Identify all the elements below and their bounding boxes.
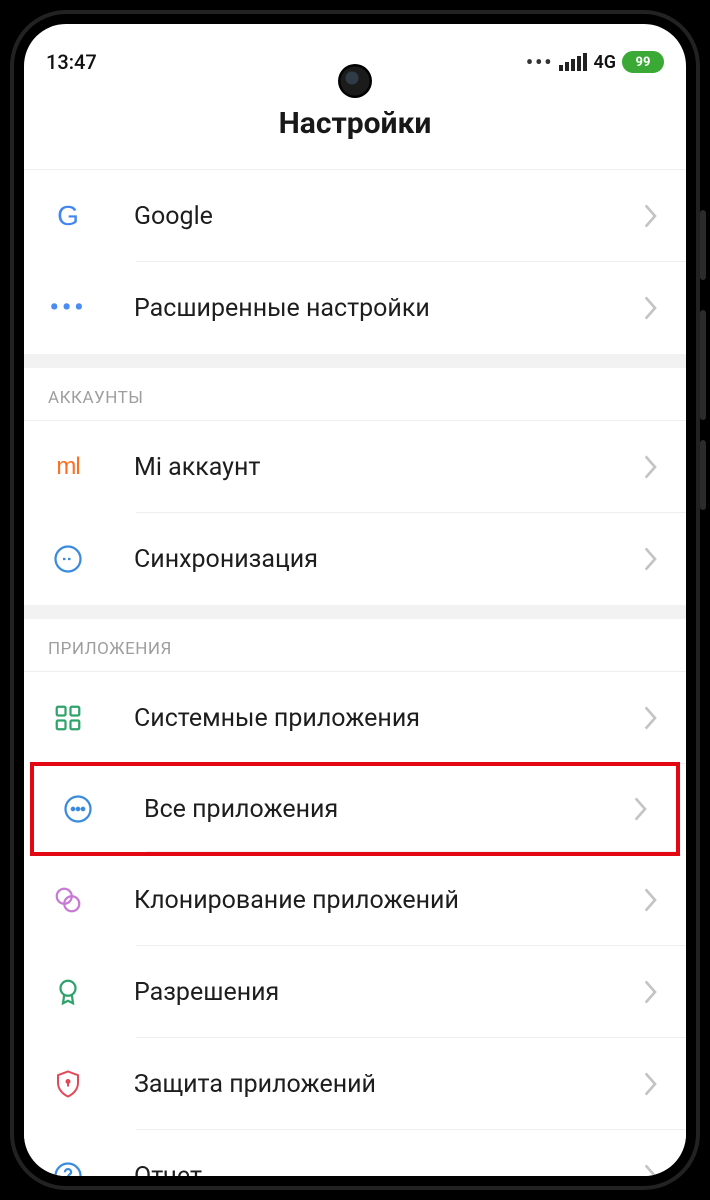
chevron-right-icon bbox=[636, 888, 666, 912]
row-mi-account[interactable]: ml Mi аккаунт bbox=[24, 421, 686, 513]
row-clone-apps[interactable]: Клонирование приложений bbox=[24, 854, 686, 946]
grid-icon bbox=[46, 696, 90, 740]
row-label: Разрешения bbox=[134, 978, 636, 1007]
settings-list: G Google ••• Расширенные настройки АККАУ… bbox=[24, 170, 686, 1176]
shield-icon bbox=[46, 1062, 90, 1106]
clone-icon bbox=[46, 878, 90, 922]
camera-cutout bbox=[338, 64, 372, 98]
battery-icon: 99 bbox=[622, 51, 664, 73]
row-app-lock[interactable]: Защита приложений bbox=[24, 1038, 686, 1130]
row-label: Google bbox=[134, 202, 636, 231]
row-system-apps[interactable]: Системные приложения bbox=[24, 672, 686, 764]
chevron-right-icon bbox=[636, 1164, 666, 1176]
row-permissions[interactable]: Разрешения bbox=[24, 946, 686, 1038]
section-header-accounts: АККАУНТЫ bbox=[24, 368, 686, 421]
chevron-right-icon bbox=[636, 547, 666, 571]
row-label: Защита приложений bbox=[134, 1070, 636, 1099]
all-apps-icon bbox=[56, 787, 100, 831]
chevron-right-icon bbox=[636, 1072, 666, 1096]
sync-icon bbox=[46, 537, 90, 581]
row-label: Системные приложения bbox=[134, 704, 636, 733]
chevron-right-icon bbox=[636, 706, 666, 730]
side-button bbox=[700, 210, 706, 280]
row-label: Все приложения bbox=[144, 795, 626, 824]
row-label: Отчет bbox=[134, 1162, 636, 1177]
row-label: Mi аккаунт bbox=[134, 453, 636, 482]
row-all-apps[interactable]: Все приложения bbox=[30, 762, 680, 856]
phone-frame: 13:47 ••• 4G 99 Настройки G Google ••• bbox=[10, 10, 700, 1190]
network-label: 4G bbox=[593, 52, 616, 73]
side-button bbox=[700, 310, 706, 420]
screen: 13:47 ••• 4G 99 Настройки G Google ••• bbox=[24, 24, 686, 1176]
section-header-apps: ПРИЛОЖЕНИЯ bbox=[24, 619, 686, 672]
status-right: ••• 4G 99 bbox=[526, 50, 664, 74]
help-icon bbox=[46, 1154, 90, 1176]
chevron-right-icon bbox=[636, 980, 666, 1004]
mi-logo-icon: ml bbox=[46, 445, 90, 489]
row-label: Расширенные настройки bbox=[134, 294, 636, 323]
signal-icon bbox=[559, 53, 587, 71]
row-google[interactable]: G Google bbox=[24, 170, 686, 262]
row-label: Синхронизация bbox=[134, 545, 636, 574]
badge-icon bbox=[46, 970, 90, 1014]
more-horizontal-icon: ••• bbox=[46, 286, 90, 330]
status-time: 13:47 bbox=[46, 50, 97, 74]
chevron-right-icon bbox=[636, 455, 666, 479]
chevron-right-icon bbox=[636, 296, 666, 320]
row-label: Клонирование приложений bbox=[134, 886, 636, 915]
more-dots-icon: ••• bbox=[526, 50, 554, 74]
row-advanced-settings[interactable]: ••• Расширенные настройки bbox=[24, 262, 686, 354]
row-report[interactable]: Отчет bbox=[24, 1130, 686, 1176]
google-icon: G bbox=[46, 194, 90, 238]
chevron-right-icon bbox=[636, 204, 666, 228]
chevron-right-icon bbox=[626, 797, 656, 821]
row-sync[interactable]: Синхронизация bbox=[24, 513, 686, 605]
side-button bbox=[700, 440, 706, 510]
